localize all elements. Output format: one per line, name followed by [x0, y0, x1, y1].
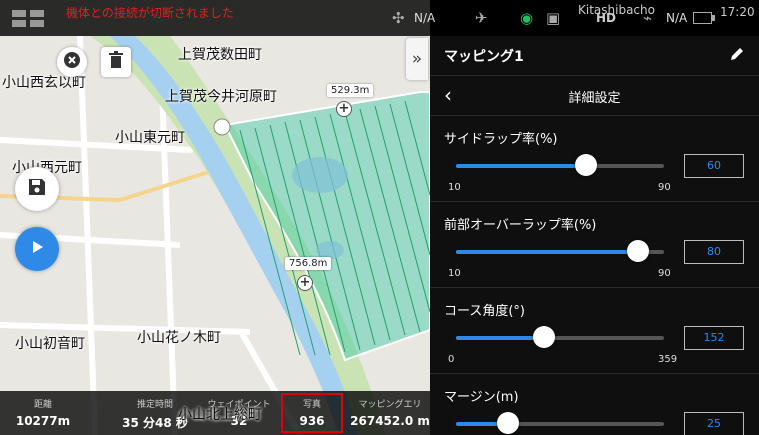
frontlap-slider-knob[interactable]	[627, 240, 649, 262]
panel-subtitle: 詳細設定	[568, 91, 621, 106]
frontlap-min: 10	[448, 268, 461, 279]
course-angle-max: 359	[658, 354, 678, 365]
stat-area-label: マッピングエリ	[358, 400, 422, 410]
hd-text: HD	[596, 11, 617, 25]
setting-margin-label: マージン(m)	[444, 390, 519, 405]
map-label-koyama-higashi-moto: 小山東元町	[115, 130, 185, 146]
setting-frontlap-label: 前部オーバーラップ率(%)	[444, 218, 597, 233]
map-label-kamigamo: 上賀茂今井河原町	[165, 89, 277, 105]
photos-highlight-box	[281, 393, 343, 433]
pencil-icon[interactable]	[729, 46, 745, 66]
video-signal-icon: ⌁	[643, 9, 653, 27]
margin-slider-knob[interactable]	[497, 412, 519, 434]
setting-course-angle-label: コース角度(°)	[444, 304, 525, 319]
course-angle-min: 0	[448, 354, 455, 365]
close-icon	[63, 51, 81, 73]
distance-label-top: 529.3m	[327, 84, 374, 97]
frontlap-slider[interactable]	[456, 240, 664, 262]
sidelap-slider[interactable]	[456, 154, 664, 176]
connection-warning: 機体との接続が切断されました	[66, 5, 234, 20]
mission-title: マッピング1	[444, 48, 524, 65]
chevron-right-icon: »	[411, 49, 423, 69]
sidelap-value-field[interactable]: 60	[684, 154, 744, 178]
panel-subheader: ‹ 詳細設定	[430, 76, 759, 116]
setting-frontlap: 前部オーバーラップ率(%) 10 90 80	[430, 202, 759, 288]
stat-distance-label: 距離	[33, 400, 52, 410]
map-label-koyama-hananoki: 小山花ノ木町	[137, 330, 221, 346]
controller-icon: ▣	[546, 9, 561, 27]
setting-sidelap: サイドラップ率(%) 10 90 60	[430, 116, 759, 202]
status-bar: 機体との接続が切断されました ✣ N/A ✈ ◉ ▣ Kitashibacho …	[0, 0, 759, 36]
frontlap-max: 90	[658, 268, 671, 279]
collapse-panel-button[interactable]: »	[406, 38, 428, 80]
sidelap-slider-knob[interactable]	[575, 154, 597, 176]
stat-area: マッピングエリ 267452.0 m	[350, 391, 430, 435]
map-label-koyama-kita-kamisou: 小山北上総町	[178, 407, 262, 423]
satellite-icon: ✈	[475, 9, 488, 27]
map-label-koyama-hatsune: 小山初音町	[15, 336, 85, 352]
menu-icon[interactable]	[12, 0, 46, 36]
frontlap-value-field[interactable]: 80	[684, 240, 744, 264]
clock-text: 17:20	[720, 5, 755, 19]
battery-text: N/A	[666, 11, 688, 25]
margin-slider[interactable]	[456, 412, 664, 434]
stat-distance-value: 10277m	[15, 414, 71, 428]
drone-icon: ✣	[392, 9, 405, 27]
close-button[interactable]	[57, 47, 87, 77]
distance-label-side: 756.8m	[285, 257, 332, 270]
map-view[interactable]: 上賀茂数田町 上賀茂今井河原町 小山西玄以町 小山東元町 小山西元町 小山初音町…	[0, 0, 430, 435]
setting-course-angle: コース角度(°) 0 359 152	[430, 288, 759, 374]
start-mission-button[interactable]	[15, 227, 59, 271]
settings-panel: マッピング1 ‹ 詳細設定 サイドラップ率(%) 10 90 60 前部オーバー…	[430, 36, 759, 435]
course-angle-slider-knob[interactable]	[532, 326, 555, 348]
course-angle-value-field[interactable]: 152	[684, 326, 744, 350]
play-icon	[28, 238, 46, 260]
link-icon: ◉	[520, 9, 534, 27]
setting-sidelap-label: サイドラップ率(%)	[444, 132, 558, 147]
battery-icon	[693, 0, 715, 36]
setting-margin: マージン(m) 25	[430, 374, 759, 435]
trash-icon	[108, 51, 124, 73]
sidelap-min: 10	[448, 182, 461, 193]
course-angle-slider[interactable]	[456, 326, 664, 348]
panel-header: マッピング1	[430, 36, 759, 76]
map-label-top: 上賀茂数田町	[178, 47, 262, 63]
stat-area-value: 267452.0 m	[350, 414, 430, 428]
stat-distance: 距離 10277m	[8, 391, 78, 435]
save-icon	[28, 178, 46, 200]
add-vertex-handle-top[interactable]: +	[336, 101, 352, 117]
sidelap-max: 90	[658, 182, 671, 193]
gps-signal-text: N/A	[414, 11, 436, 25]
add-vertex-handle-side[interactable]: +	[297, 275, 313, 291]
margin-value-field[interactable]: 25	[684, 412, 744, 435]
delete-button[interactable]	[101, 47, 131, 77]
save-button[interactable]	[15, 167, 59, 211]
